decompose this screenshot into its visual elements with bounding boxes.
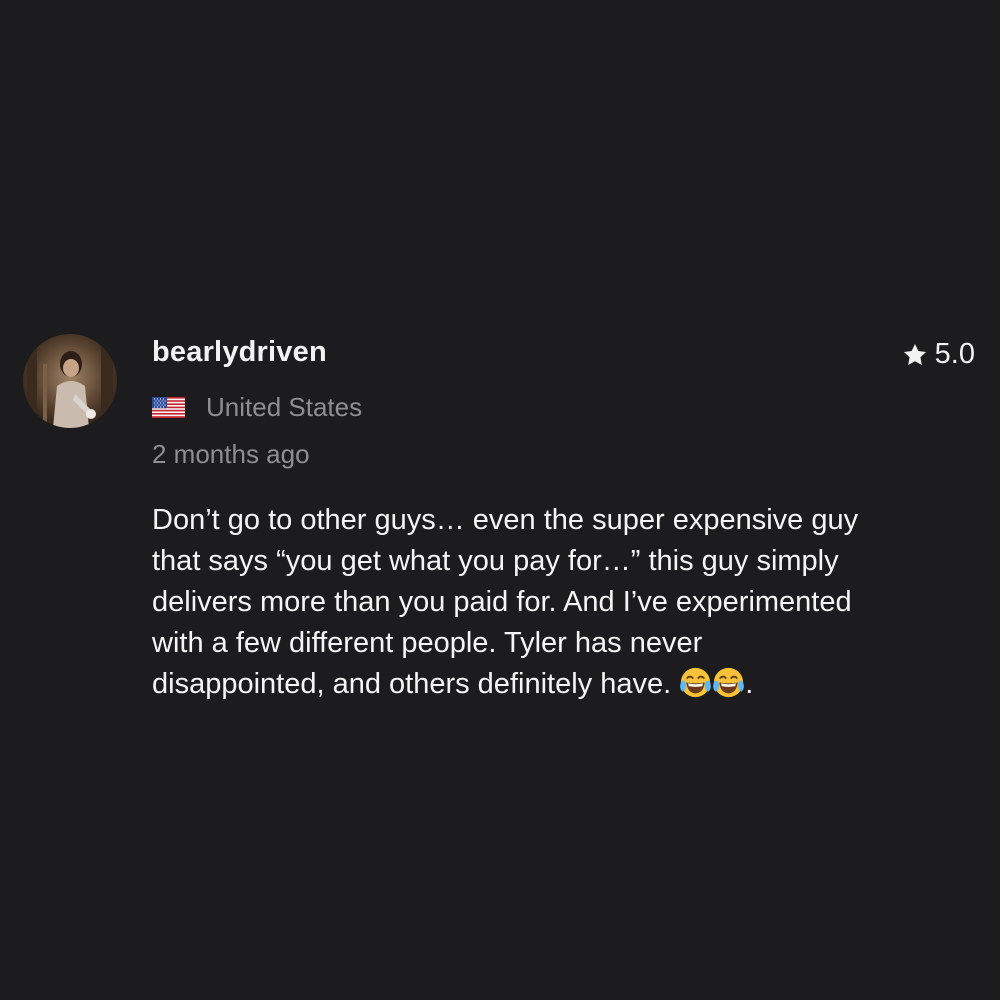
review-body-line: delivers more than you paid for. And I’v… [152, 586, 852, 618]
star-icon [903, 343, 926, 365]
review-body-line: Don’t go to other guys… even the super e… [152, 504, 859, 536]
avatar[interactable] [23, 334, 117, 428]
country-name: United States [206, 392, 363, 422]
review-card: bearlydriven 5.0 United States 2 months … [0, 0, 1000, 1000]
rating: 5.0 [902, 338, 975, 371]
review-timestamp: 2 months ago [152, 439, 310, 469]
review-body-trailing: . [745, 668, 754, 700]
face-with-tears-of-joy-icon [680, 667, 712, 698]
us-flag-icon [152, 397, 185, 418]
country-row: United States [152, 392, 362, 423]
username[interactable]: bearlydriven [152, 336, 327, 369]
face-with-tears-of-joy-icon [713, 667, 745, 698]
review-body-line: disappointed, and others definitely have… [152, 668, 672, 700]
review-body-line: that says “you get what you pay for…” th… [152, 545, 839, 577]
rating-value: 5.0 [934, 338, 975, 370]
avatar-photo [23, 334, 117, 428]
review-body: Don’t go to other guys… even the super e… [152, 500, 972, 705]
review-body-line: with a few different people. Tyler has n… [152, 627, 703, 659]
review-body-line-last: disappointed, and others definitely have… [152, 664, 972, 705]
